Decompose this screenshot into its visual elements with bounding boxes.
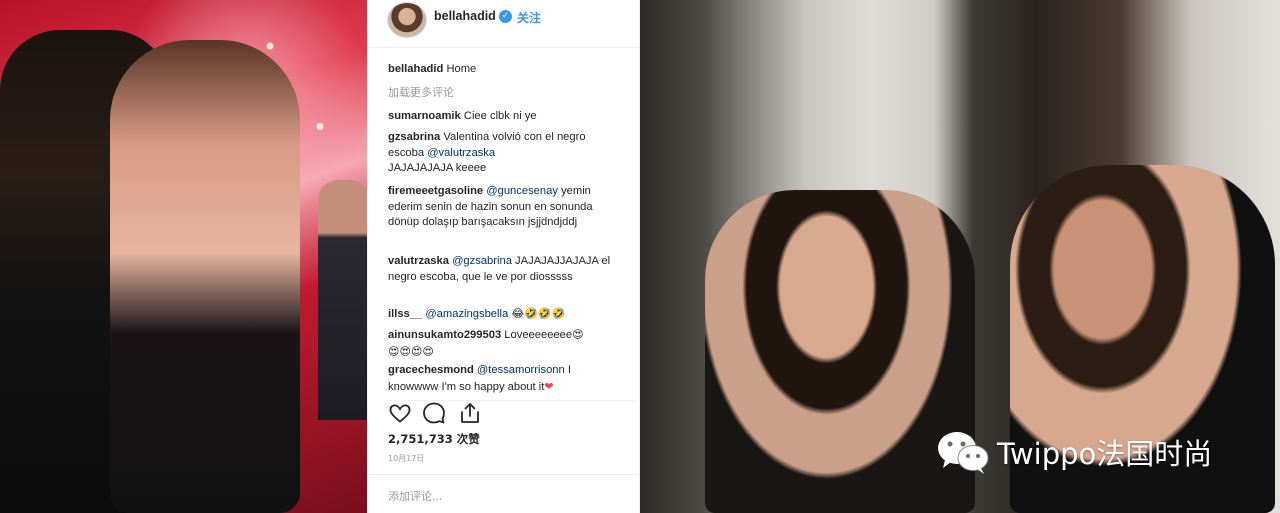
post-date: 10月17日	[388, 454, 425, 463]
list-item: ainunsukamto299503 Loveeeeeeee😍 😍😍😍😍	[388, 327, 624, 360]
post-caption: bellahadid Home	[388, 62, 476, 78]
comment-username[interactable]: ainunsukamto299503	[388, 329, 501, 341]
emoji-heart-eyes-row-icon: 😍😍😍😍	[388, 344, 434, 358]
comment-username[interactable]: sumarnoamik	[388, 110, 461, 122]
list-item: valutrzaska @gzsabrina JAJAJAJJAJAJA el …	[388, 254, 624, 285]
post-username[interactable]: bellahadid	[434, 9, 496, 23]
post-header: bellahadid ✓ 关注	[368, 0, 641, 48]
caption-text: Home	[446, 63, 477, 75]
list-item: gzsabrina Valentina volvió con el negro …	[388, 130, 624, 177]
heart-icon[interactable]	[388, 401, 412, 425]
list-item: firemeeetgasoline @guncesenay yemin eder…	[388, 184, 624, 231]
comment-mention[interactable]: @guncesenay	[486, 185, 558, 197]
add-comment-bar	[368, 474, 641, 513]
watermark-text: Twippo法国时尚	[997, 437, 1213, 471]
list-item: sumarnoamik Ciee clbk ni ye	[388, 109, 624, 125]
comment-username[interactable]: firemeeetgasoline	[388, 185, 483, 197]
left-photo	[0, 0, 367, 513]
comment-text: Ciee clbk ni ye	[463, 110, 537, 122]
likes-count[interactable]: 2,751,733 次赞	[388, 431, 480, 447]
add-comment-input[interactable]	[388, 487, 618, 505]
caption-username[interactable]: bellahadid	[388, 63, 443, 75]
comment-mention[interactable]: @amazingsbella	[425, 308, 508, 320]
load-more-comments-link[interactable]: 加载更多评论	[388, 85, 454, 101]
comment-username[interactable]: gzsabrina	[388, 131, 440, 143]
emoji-laughing-icon: 😂🤣🤣🤣	[511, 307, 566, 320]
share-icon[interactable]	[458, 401, 482, 425]
comment-username[interactable]: gracechesmond	[388, 364, 474, 376]
verified-badge-icon: ✓	[499, 10, 512, 23]
list-item: illss__ @amazingsbella 😂🤣🤣🤣	[388, 306, 624, 323]
follow-button[interactable]: 关注	[517, 9, 541, 26]
background-person	[318, 180, 367, 420]
red-heart-icon: ❤	[544, 379, 554, 393]
avatar[interactable]	[387, 2, 427, 38]
comment-username[interactable]: valutrzaska	[388, 255, 449, 267]
comment-icon[interactable]	[422, 401, 446, 425]
comment-text: Loveeeeeeee	[504, 329, 573, 341]
instagram-post-card: bellahadid ✓ 关注 bellahadid Home 加载更多评论 s…	[367, 0, 641, 513]
emoji-heart-eyes-icon: 😍	[572, 328, 584, 341]
comment-mention[interactable]: @tessamorrisonn	[477, 364, 565, 376]
post-actions	[388, 400, 634, 426]
comment-mention[interactable]: @valutrzaska	[427, 147, 495, 159]
comment-mention[interactable]: @gzsabrina	[452, 255, 512, 267]
comment-text-continued: JAJAJAJAJA keeee	[388, 162, 487, 175]
wechat-icon	[938, 432, 989, 474]
list-item: gracechesmond @tessamorrisonn I knowwww …	[388, 363, 624, 395]
woman-figure	[110, 40, 300, 513]
watermark: Twippo法国时尚	[935, 428, 1212, 476]
comment-username[interactable]: illss__	[388, 308, 422, 320]
